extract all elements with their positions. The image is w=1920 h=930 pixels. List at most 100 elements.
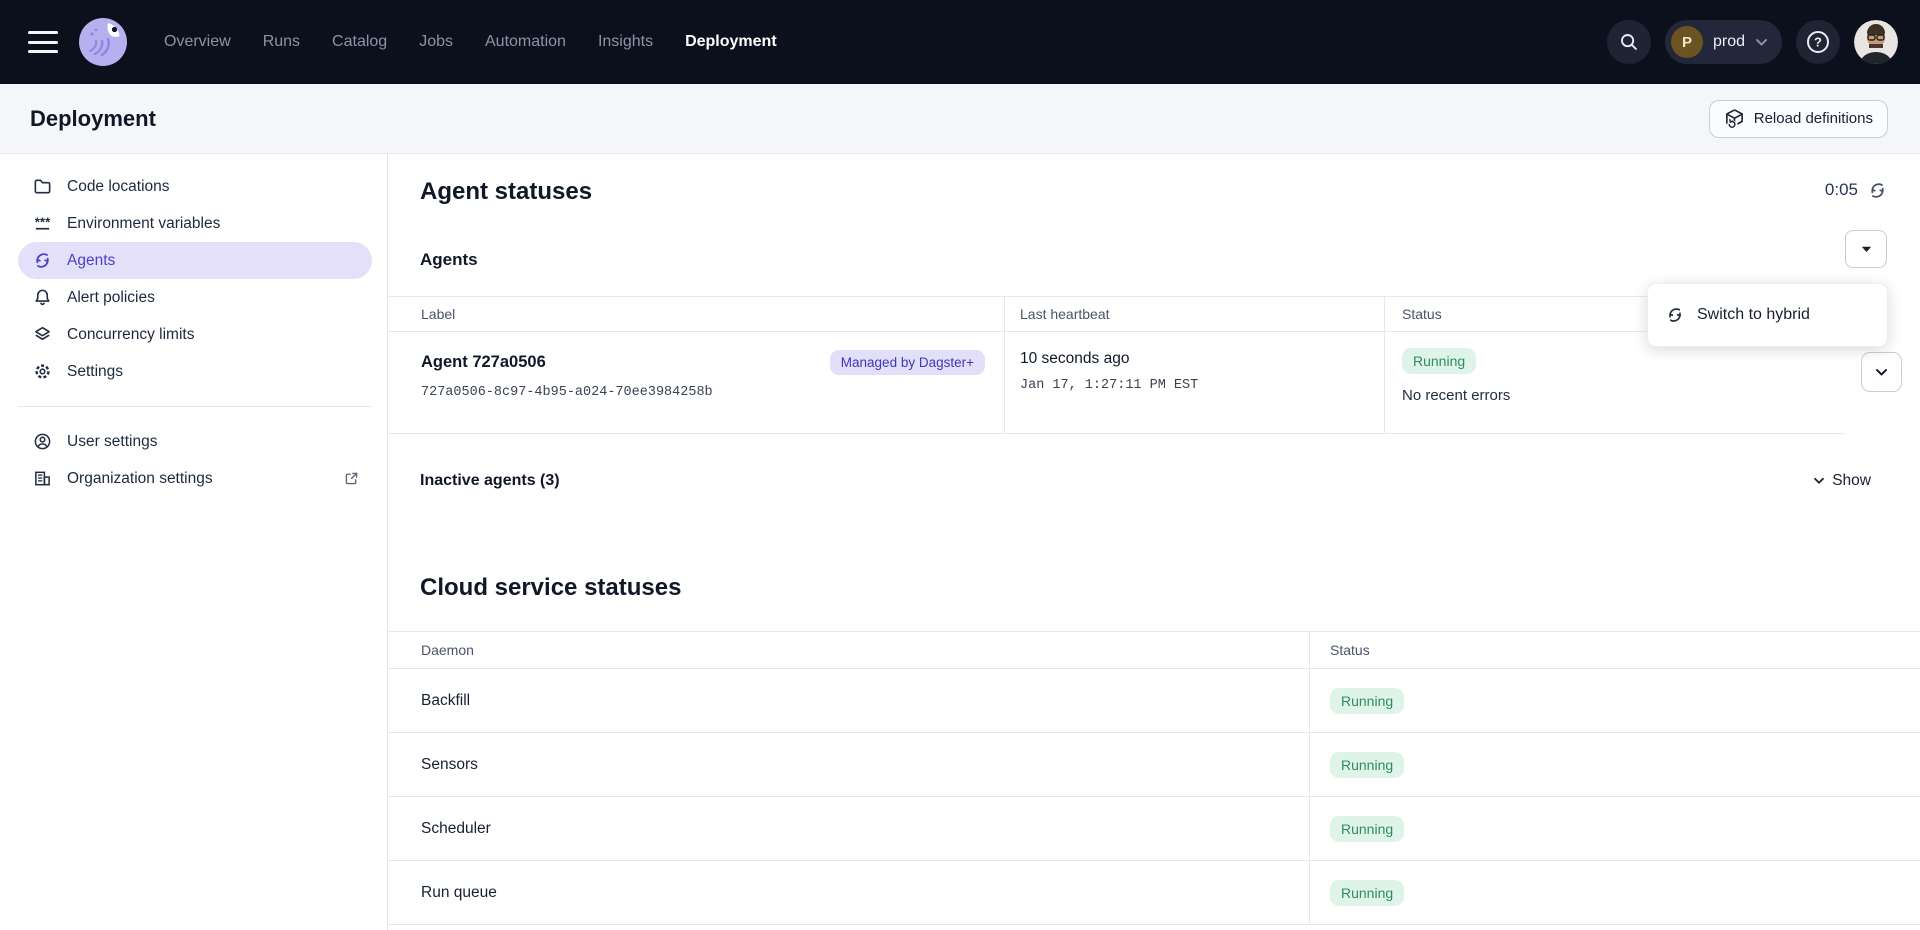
deployment-sidebar: Code locations *** Environment variables… xyxy=(0,154,388,930)
sidebar-item-label: Environment variables xyxy=(67,215,220,233)
sidebar-item-alert-policies[interactable]: Alert policies xyxy=(18,279,372,316)
daemon-name: Backfill xyxy=(388,669,1309,732)
inactive-agents-row: Inactive agents (3) Show xyxy=(420,472,1871,490)
folder-icon xyxy=(33,177,52,196)
agents-table: Label Last heartbeat Status Agent 727a05… xyxy=(388,296,1845,434)
refresh-icon[interactable] xyxy=(1868,181,1887,200)
nav-link-deployment[interactable]: Deployment xyxy=(685,33,777,51)
reload-definitions-icon xyxy=(1724,108,1745,129)
sidebar-item-label: Alert policies xyxy=(67,289,155,307)
countdown-value: 0:05 xyxy=(1825,180,1858,200)
daemon-status-badge: Running xyxy=(1330,752,1404,778)
agent-row-actions-button[interactable] xyxy=(1861,352,1902,392)
deployment-avatar: P xyxy=(1671,26,1703,58)
last-heartbeat-absolute: Jan 17, 1:27:11 PM EST xyxy=(1020,378,1384,393)
primary-nav: Overview Runs Catalog Jobs Automation In… xyxy=(164,33,777,51)
daemon-status-badge: Running xyxy=(1330,688,1404,714)
user-avatar[interactable] xyxy=(1854,20,1898,64)
sidebar-item-label: User settings xyxy=(67,433,157,451)
top-nav: Overview Runs Catalog Jobs Automation In… xyxy=(0,0,1920,84)
sidebar-item-label: Code locations xyxy=(67,178,170,196)
menu-item-switch-to-hybrid[interactable]: Switch to hybrid xyxy=(1648,284,1887,346)
main-content: Agent statuses 0:05 Agents xyxy=(388,154,1920,930)
agent-icon xyxy=(33,251,52,270)
cloud-table-header: Daemon Status xyxy=(388,631,1920,669)
agent-table-row: Agent 727a0506 Managed by Dagster+ 727a0… xyxy=(388,332,1845,434)
sidebar-item-environment-variables[interactable]: *** Environment variables xyxy=(18,205,372,242)
chevron-down-icon xyxy=(1875,368,1888,377)
agent-status-badge: Running xyxy=(1402,348,1476,374)
nav-link-runs[interactable]: Runs xyxy=(263,33,300,51)
table-row: Scheduler Running xyxy=(388,797,1920,861)
nav-link-catalog[interactable]: Catalog xyxy=(332,33,387,51)
help-button[interactable]: ? xyxy=(1796,20,1840,64)
env-vars-icon: *** xyxy=(33,214,52,233)
sidebar-item-label: Settings xyxy=(67,363,123,381)
user-icon xyxy=(33,432,52,451)
agent-id: 727a0506-8c97-4b95-a024-70ee3984258b xyxy=(421,385,1004,400)
column-header-last-heartbeat: Last heartbeat xyxy=(1004,297,1384,331)
nav-link-automation[interactable]: Automation xyxy=(485,33,566,51)
dagster-logo-icon[interactable] xyxy=(78,17,128,67)
last-heartbeat-relative: 10 seconds ago xyxy=(1020,350,1384,368)
agent-actions-menu: Switch to hybrid xyxy=(1647,283,1888,347)
deployment-name: prod xyxy=(1713,33,1745,51)
help-icon: ? xyxy=(1805,29,1831,55)
page-header: Deployment Reload definitions xyxy=(0,84,1920,154)
daemon-name: Scheduler xyxy=(388,797,1309,860)
agents-table-header: Label Last heartbeat Status xyxy=(388,296,1845,332)
nav-link-jobs[interactable]: Jobs xyxy=(419,33,453,51)
sidebar-item-label: Concurrency limits xyxy=(67,326,194,344)
agent-status-detail: No recent errors xyxy=(1402,387,1845,404)
daemon-name: Run queue xyxy=(388,861,1309,924)
sidebar-item-agents[interactable]: Agents xyxy=(18,242,372,279)
sidebar-item-organization-settings[interactable]: Organization settings xyxy=(18,460,372,497)
cloud-services-table: Daemon Status Backfill Running Sensors R… xyxy=(388,631,1920,925)
reload-definitions-button[interactable]: Reload definitions xyxy=(1709,100,1888,138)
table-row: Backfill Running xyxy=(388,669,1920,733)
layers-icon xyxy=(33,325,52,344)
sidebar-item-concurrency-limits[interactable]: Concurrency limits xyxy=(18,316,372,353)
search-icon xyxy=(1619,32,1639,52)
column-header-label: Label xyxy=(388,297,1004,331)
inactive-agents-label: Inactive agents (3) xyxy=(420,472,560,490)
cloud-service-statuses-title: Cloud service statuses xyxy=(420,574,681,602)
nav-link-overview[interactable]: Overview xyxy=(164,33,231,51)
sidebar-item-settings[interactable]: Settings xyxy=(18,353,372,390)
managed-by-badge: Managed by Dagster+ xyxy=(830,350,985,375)
chevron-down-icon xyxy=(1813,477,1825,485)
sidebar-item-label: Organization settings xyxy=(67,470,213,488)
agent-actions-dropdown-button[interactable] xyxy=(1845,230,1887,268)
agent-name[interactable]: Agent 727a0506 xyxy=(421,353,546,372)
sidebar-item-code-locations[interactable]: Code locations xyxy=(18,168,372,205)
daemon-status-badge: Running xyxy=(1330,880,1404,906)
daemon-status-badge: Running xyxy=(1330,816,1404,842)
refresh-countdown: 0:05 xyxy=(1825,180,1887,200)
organization-icon xyxy=(33,469,52,488)
reload-definitions-label: Reload definitions xyxy=(1754,110,1873,127)
table-row: Sensors Running xyxy=(388,733,1920,797)
nav-link-insights[interactable]: Insights xyxy=(598,33,653,51)
sidebar-item-label: Agents xyxy=(67,252,115,270)
page-title: Deployment xyxy=(30,106,156,132)
agent-swap-icon xyxy=(1666,306,1684,324)
column-header-daemon: Daemon xyxy=(388,632,1309,668)
bell-icon xyxy=(33,288,52,307)
agent-statuses-title: Agent statuses xyxy=(420,178,592,206)
deployment-switcher[interactable]: P prod xyxy=(1665,20,1782,64)
hamburger-menu-icon[interactable] xyxy=(28,31,58,53)
external-link-icon xyxy=(343,470,360,487)
menu-item-label: Switch to hybrid xyxy=(1697,306,1810,324)
caret-down-icon xyxy=(1861,246,1872,253)
sidebar-item-user-settings[interactable]: User settings xyxy=(18,423,372,460)
sidebar-divider xyxy=(18,406,372,407)
agents-section-label: Agents xyxy=(420,250,478,270)
column-header-status: Status xyxy=(1309,632,1920,668)
inactive-agents-show-toggle[interactable]: Show xyxy=(1813,472,1871,490)
svg-text:?: ? xyxy=(1814,35,1822,50)
search-button[interactable] xyxy=(1607,20,1651,64)
daemon-name: Sensors xyxy=(388,733,1309,796)
gear-icon xyxy=(33,362,52,381)
svg-text:***: *** xyxy=(35,214,51,229)
chevron-down-icon xyxy=(1755,38,1768,47)
